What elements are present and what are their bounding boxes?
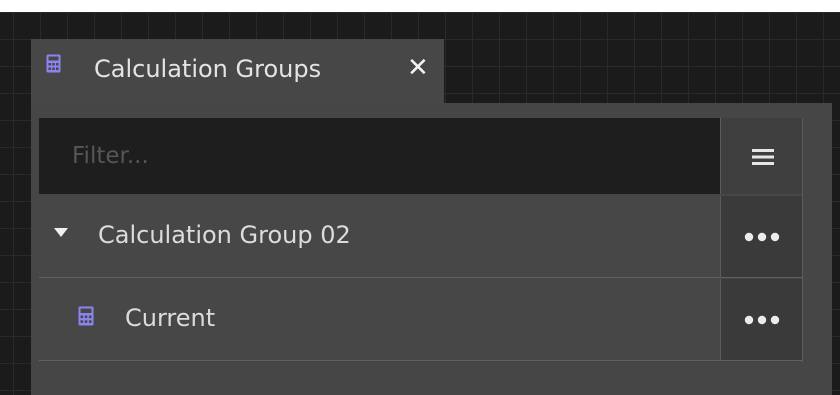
caret-down-icon[interactable]: [54, 228, 68, 238]
more-horizontal-icon: [744, 232, 780, 242]
tree-group-row[interactable]: Calculation Group 02: [39, 196, 720, 278]
filter-input[interactable]: [39, 118, 720, 194]
item-more-button[interactable]: [720, 279, 802, 361]
close-icon[interactable]: ✕: [407, 53, 429, 83]
top-strip: [0, 0, 840, 12]
hamburger-menu-icon: [752, 149, 774, 165]
calculator-icon: [78, 306, 94, 326]
tab-calculation-groups[interactable]: Calculation Groups ✕: [31, 39, 444, 103]
item-label: Current: [125, 304, 216, 332]
calculator-icon: [46, 54, 61, 73]
tree-item-row[interactable]: Current: [39, 279, 720, 361]
tab-title: Calculation Groups: [94, 55, 322, 83]
menu-button[interactable]: [720, 118, 802, 194]
more-horizontal-icon: [744, 315, 780, 325]
group-label: Calculation Group 02: [98, 221, 351, 249]
panel-divider: [802, 118, 803, 362]
group-more-button[interactable]: [720, 196, 802, 278]
